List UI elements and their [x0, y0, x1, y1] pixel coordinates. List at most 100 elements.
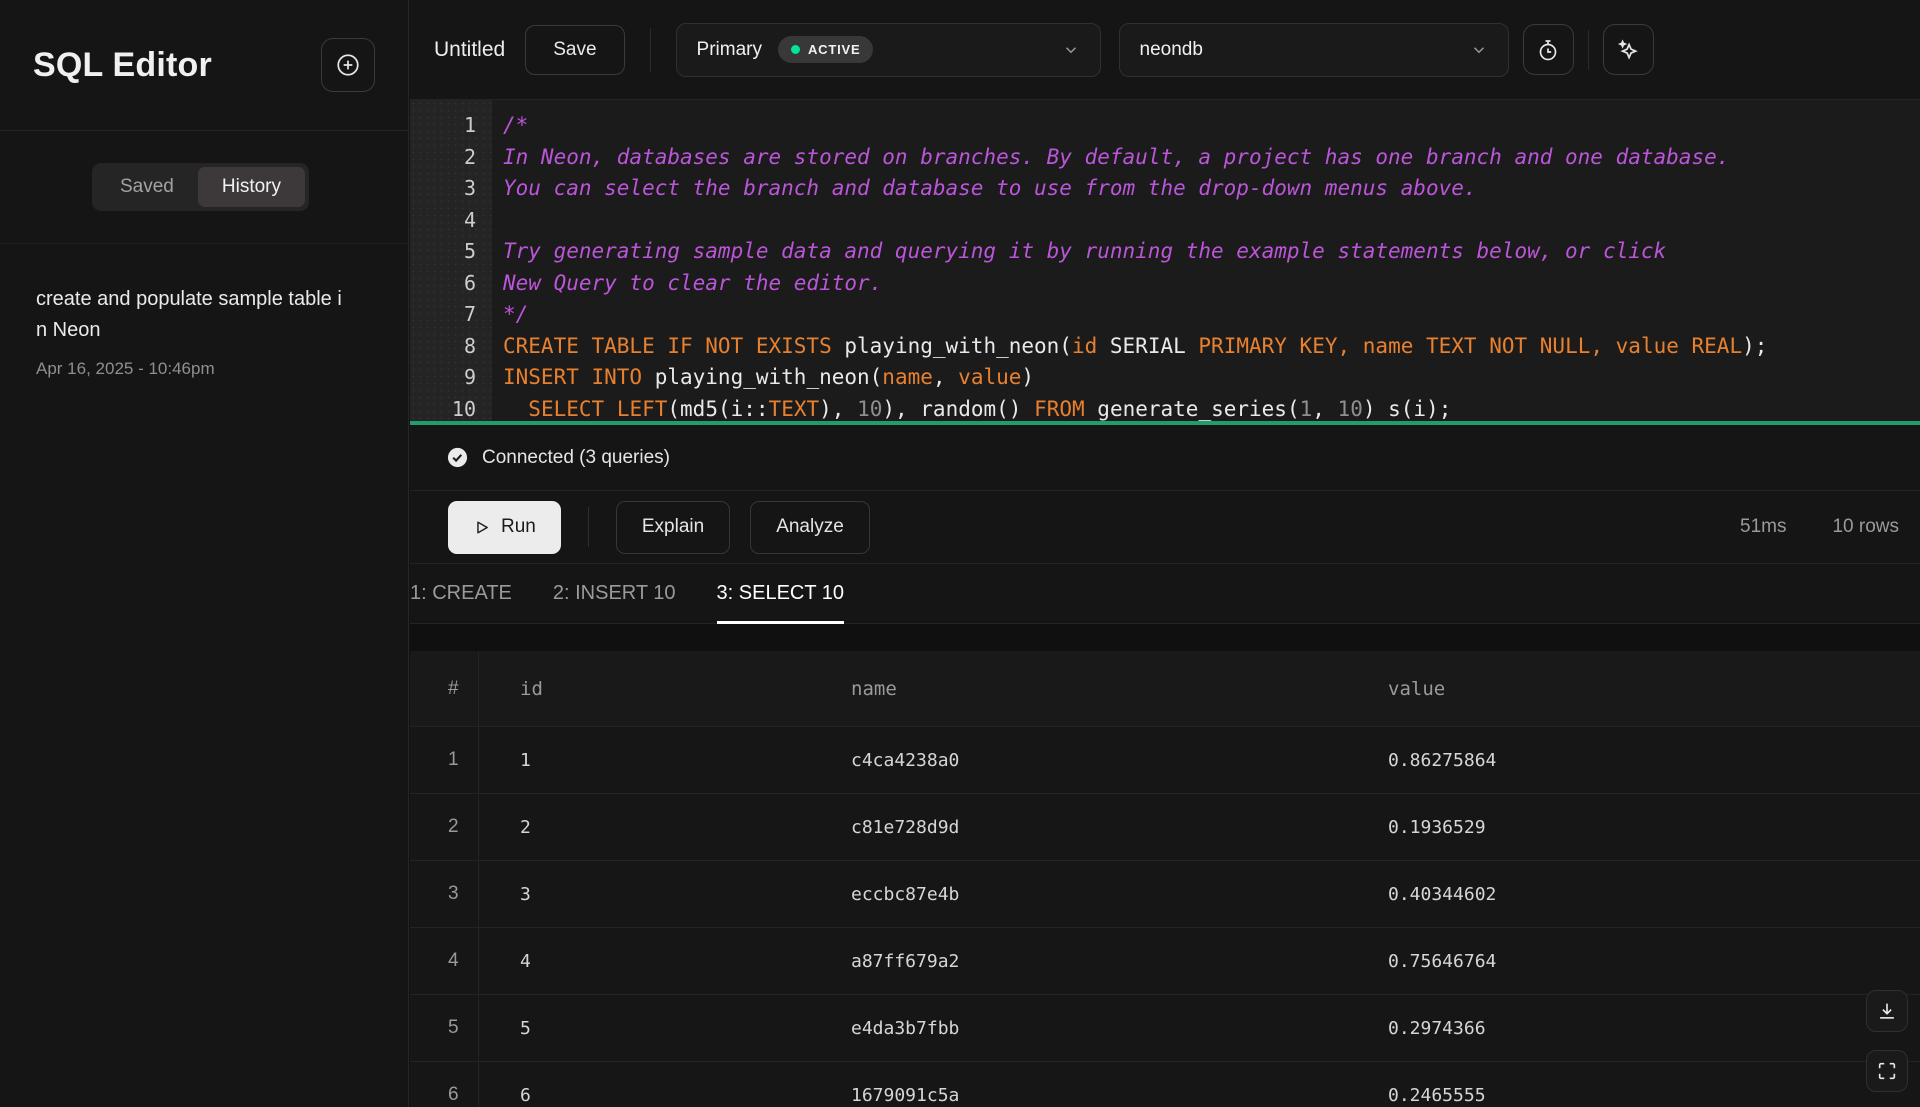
line-number: 8 [410, 331, 476, 363]
branch-status-badge: ACTIVE [778, 36, 873, 63]
main-panel: Untitled Save Primary ACTIVE neondb [410, 0, 1920, 1107]
app-title: SQL Editor [33, 46, 212, 85]
table-row[interactable]: 33eccbc87e4b0.40344602 [410, 861, 1920, 928]
code-line[interactable]: In Neon, databases are stored on branche… [503, 142, 1920, 174]
ai-assist-button[interactable] [1603, 24, 1654, 75]
check-circle-icon [446, 446, 469, 469]
code-line[interactable]: /* [503, 110, 1920, 142]
expand-results-button[interactable] [1866, 1050, 1908, 1092]
editor-gutter: 12345678910 [410, 100, 492, 421]
result-tab-create[interactable]: 1: CREATE [410, 564, 512, 623]
table-cell: c4ca4238a0 [810, 727, 1347, 793]
table-cell: 0.75646764 [1347, 928, 1920, 994]
tab-history[interactable]: History [198, 167, 305, 207]
code-line[interactable] [503, 205, 1920, 237]
table-cell: 4 [479, 928, 810, 994]
query-row-count: 10 rows [1832, 516, 1899, 538]
explain-button[interactable]: Explain [616, 501, 730, 554]
code-line[interactable]: CREATE TABLE IF NOT EXISTS playing_with_… [503, 331, 1920, 363]
chevron-down-icon [1062, 41, 1080, 59]
download-icon [1876, 1000, 1898, 1022]
table-cell: 6 [410, 1062, 479, 1107]
database-select[interactable]: neondb [1119, 23, 1509, 77]
saved-history-toggle: Saved History [92, 163, 309, 211]
line-number: 7 [410, 299, 476, 331]
new-query-button[interactable] [321, 38, 375, 92]
table-cell: 0.40344602 [1347, 861, 1920, 927]
line-number: 3 [410, 173, 476, 205]
history-item-title: create and populate sample table in Neon [36, 284, 342, 346]
table-row[interactable]: 22c81e728d9d0.1936529 [410, 794, 1920, 861]
table-cell: 2 [479, 794, 810, 860]
connection-status-text: Connected (3 queries) [482, 447, 670, 469]
connection-status-row: Connected (3 queries) [410, 425, 1920, 491]
code-line[interactable]: New Query to clear the editor. [503, 268, 1920, 300]
column-header-value: value [1347, 651, 1920, 726]
save-button[interactable]: Save [525, 25, 624, 75]
line-number: 6 [410, 268, 476, 300]
branch-status-text: ACTIVE [808, 42, 860, 57]
results-table-header: # id name value [410, 651, 1920, 727]
sql-code-editor[interactable]: 12345678910 /*In Neon, databases are sto… [410, 100, 1920, 421]
query-title[interactable]: Untitled [434, 38, 505, 62]
plus-circle-icon [335, 52, 361, 78]
table-cell: 0.1936529 [1347, 794, 1920, 860]
table-row[interactable]: 11c4ca4238a00.86275864 [410, 727, 1920, 794]
chevron-down-icon [1470, 41, 1488, 59]
code-line[interactable]: INSERT INTO playing_with_neon(name, valu… [503, 362, 1920, 394]
table-row[interactable]: 55e4da3b7fbb0.2974366 [410, 995, 1920, 1062]
history-list-item[interactable]: create and populate sample table in Neon… [0, 244, 408, 379]
code-lines[interactable]: /*In Neon, databases are stored on branc… [492, 100, 1920, 421]
code-line[interactable]: You can select the branch and database t… [503, 173, 1920, 205]
query-metrics: 51ms 10 rows [1740, 516, 1899, 538]
line-number: 10 [410, 394, 476, 422]
actions-divider [588, 507, 589, 547]
table-cell: 0.2974366 [1347, 995, 1920, 1061]
run-button-label: Run [501, 516, 536, 538]
table-cell: 0.86275864 [1347, 727, 1920, 793]
branch-select-label: Primary [697, 39, 762, 61]
branch-select[interactable]: Primary ACTIVE [676, 23, 1101, 77]
table-cell: 2 [410, 794, 479, 860]
result-tab-select[interactable]: 3: SELECT 10 [717, 564, 844, 623]
table-cell: 6 [479, 1062, 810, 1107]
code-line[interactable]: */ [503, 299, 1920, 331]
query-history-button[interactable] [1523, 24, 1574, 75]
table-cell: 4 [410, 928, 479, 994]
query-actions-row: Run Explain Analyze 51ms 10 rows [410, 491, 1920, 563]
line-number: 9 [410, 362, 476, 394]
table-cell: 3 [479, 861, 810, 927]
line-number: 5 [410, 236, 476, 268]
sidebar-header: SQL Editor [0, 0, 408, 131]
toolbar-divider [1588, 30, 1589, 70]
column-header-index: # [410, 651, 479, 726]
history-item-date: Apr 16, 2025 - 10:46pm [36, 359, 372, 379]
code-line[interactable]: Try generating sample data and querying … [503, 236, 1920, 268]
download-results-button[interactable] [1866, 990, 1908, 1032]
column-header-id: id [479, 651, 810, 726]
table-cell: eccbc87e4b [810, 861, 1347, 927]
table-cell: c81e728d9d [810, 794, 1347, 860]
analyze-button[interactable]: Analyze [750, 501, 870, 554]
tab-saved[interactable]: Saved [96, 167, 198, 207]
table-cell: e4da3b7fbb [810, 995, 1347, 1061]
table-row[interactable]: 661679091c5a0.2465555 [410, 1062, 1920, 1107]
line-number: 1 [410, 110, 476, 142]
sidebar: SQL Editor Saved History create and popu… [0, 0, 409, 1107]
result-tab-insert[interactable]: 2: INSERT 10 [553, 564, 676, 623]
fullscreen-icon [1876, 1060, 1898, 1082]
sidebar-tabs-row: Saved History [0, 131, 408, 244]
sparkle-icon [1615, 37, 1641, 63]
active-dot-icon [791, 45, 800, 54]
column-header-name: name [810, 651, 1347, 726]
code-line[interactable]: SELECT LEFT(md5(i::TEXT), 10), random() … [503, 394, 1920, 422]
table-cell: 1 [410, 727, 479, 793]
play-icon [473, 519, 490, 536]
run-button[interactable]: Run [448, 501, 561, 554]
table-row[interactable]: 44a87ff679a20.75646764 [410, 928, 1920, 995]
table-cell: 1679091c5a [810, 1062, 1347, 1107]
database-select-label: neondb [1140, 39, 1203, 61]
line-number: 4 [410, 205, 476, 237]
table-cell: 0.2465555 [1347, 1062, 1920, 1107]
table-cell: 1 [479, 727, 810, 793]
